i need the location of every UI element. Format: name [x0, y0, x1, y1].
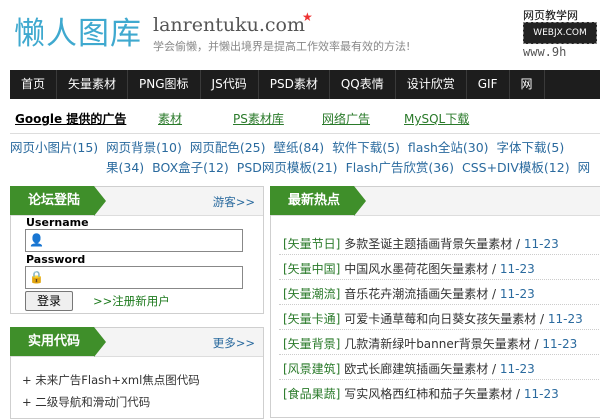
- tag-cloud: 网页小图片(15) 网页背景(10) 网页配色(25) 壁纸(84) 软件下载(5) fl…: [10, 138, 600, 178]
- panel-header: 论坛登陆 游客>>: [10, 186, 263, 216]
- news-date: 11-23: [499, 362, 535, 376]
- tag-link[interactable]: 壁纸(84): [274, 140, 325, 155]
- tag-link[interactable]: 网页配色(25): [190, 140, 266, 155]
- ad-link-mysql[interactable]: MySQL下载: [404, 110, 469, 127]
- ad-link-ps[interactable]: PS素材库: [233, 110, 284, 127]
- divider: [279, 304, 600, 305]
- news-category[interactable]: [矢量卡通]: [283, 312, 340, 326]
- news-date: 11-23: [547, 312, 583, 326]
- news-title[interactable]: 中国风水墨荷花图矢量素材 /: [340, 262, 500, 276]
- tag-link[interactable]: BOX盒子(12): [152, 160, 229, 175]
- news-date: 11-23: [499, 262, 535, 276]
- more-link[interactable]: 更多>>: [213, 335, 255, 351]
- password-label: Password: [26, 253, 86, 266]
- tag-link[interactable]: 字体下载(5): [497, 140, 565, 155]
- tag-link[interactable]: CSS+DIV模板(12): [462, 160, 570, 175]
- panel-header: 实用代码 更多>>: [10, 327, 263, 357]
- tag-link[interactable]: Flash广告欣赏(36): [346, 160, 454, 175]
- lock-icon: 🔒: [29, 270, 44, 284]
- list-item[interactable]: [矢量中国] 中国风水墨荷花图矢量素材 / 11-23: [283, 260, 535, 277]
- tag-link[interactable]: 果(34): [106, 160, 144, 175]
- ad-link-network-ads[interactable]: 网络广告: [322, 110, 370, 127]
- divider: [279, 254, 600, 255]
- partner-badge[interactable]: 网页教学网 WEBJX.COM www.9h: [519, 5, 600, 67]
- divider: [279, 329, 600, 330]
- nav-item-js-code[interactable]: JS代码: [201, 70, 259, 99]
- list-item[interactable]: [风景建筑] 欧式长廊建筑插画矢量素材 / 11-23: [283, 360, 535, 377]
- list-item[interactable]: [矢量背景] 几款清新绿叶banner背景矢量素材 / 11-23: [283, 335, 577, 352]
- news-title[interactable]: 几款清新绿叶banner背景矢量素材 /: [340, 337, 542, 351]
- list-item[interactable]: [矢量节日] 多款圣诞主题插画背景矢量素材 / 11-23: [283, 235, 559, 252]
- nav-item-more[interactable]: 网: [510, 70, 545, 99]
- tag-link[interactable]: 网页小图片(15): [10, 140, 98, 155]
- nav-item-png-icons[interactable]: PNG图标: [128, 70, 201, 99]
- badge-title: 网页教学网: [523, 9, 578, 22]
- nav-item-vector[interactable]: 矢量素材: [57, 70, 129, 99]
- list-item[interactable]: [矢量卡通] 可爱卡通草莓和向日葵女孩矢量素材 / 11-23: [283, 310, 583, 327]
- google-ads-label[interactable]: Google 提供的广告: [15, 110, 126, 127]
- tag-row: 果(34) BOX盒子(12) PSD网页模板(21) Flash广告欣赏(36) CS…: [10, 158, 600, 178]
- news-category[interactable]: [风景建筑]: [283, 362, 340, 376]
- list-item[interactable]: [矢量潮流] 音乐花卉潮流插画矢量素材 / 11-23: [283, 285, 535, 302]
- panel-header: 最新热点: [270, 186, 600, 216]
- list-item[interactable]: + 二级导航和滑动门代码: [22, 394, 150, 410]
- news-category[interactable]: [矢量节日]: [283, 237, 340, 251]
- username-label: Username: [26, 216, 89, 229]
- panel-title: 最新热点: [270, 186, 367, 216]
- news-date: 11-23: [523, 237, 559, 251]
- tag-link[interactable]: 网: [578, 160, 591, 175]
- tag-link[interactable]: flash全站(30): [408, 140, 489, 155]
- list-item[interactable]: + 未来广告Flash+xml焦点图代码: [22, 372, 200, 388]
- nav-item-home[interactable]: 首页: [10, 70, 58, 99]
- panel-title: 实用代码: [10, 327, 107, 357]
- ad-bar: Google 提供的广告 素材 PS素材库 网络广告 MySQL下载: [10, 108, 600, 130]
- news-category[interactable]: [矢量潮流]: [283, 287, 340, 301]
- news-title[interactable]: 音乐花卉潮流插画矢量素材 /: [340, 287, 500, 301]
- nav-item-design[interactable]: 设计欣赏: [396, 70, 467, 99]
- login-panel: 论坛登陆 游客>> Username 👤 Password 🔒 登录 >>注册新…: [10, 186, 264, 314]
- tag-link[interactable]: 软件下载(5): [332, 140, 400, 155]
- code-panel: 实用代码 更多>> + 未来广告Flash+xml焦点图代码 + 二级导航和滑动…: [10, 327, 264, 419]
- tag-link[interactable]: 网页背景(10): [106, 140, 182, 155]
- tag-link[interactable]: PSD网页模板(21): [237, 160, 338, 175]
- ad-link-material[interactable]: 素材: [158, 110, 182, 127]
- site-header: 懒人图库 lanrentuku.com ★ 学会偷懒，并懒出境界是提高工作效率最…: [0, 0, 600, 68]
- list-item[interactable]: [食品果蔬] 写实风格西红柿和茄子矢量素材 / 11-23: [283, 385, 559, 402]
- guest-link[interactable]: 游客>>: [213, 194, 255, 210]
- news-category[interactable]: [矢量中国]: [283, 262, 340, 276]
- news-date: 11-23: [542, 337, 578, 351]
- nav-item-qq-emoji[interactable]: QQ表情: [330, 70, 396, 99]
- news-date: 11-23: [499, 287, 535, 301]
- site-domain: lanrentuku.com: [153, 14, 305, 36]
- nav-item-gif[interactable]: GIF: [467, 70, 510, 99]
- username-field[interactable]: 👤: [25, 229, 243, 252]
- register-link[interactable]: >>注册新用户: [93, 293, 170, 309]
- password-field[interactable]: 🔒: [25, 266, 243, 289]
- badge-url: www.9h: [523, 45, 567, 59]
- news-category[interactable]: [食品果蔬]: [283, 387, 340, 401]
- site-slogan: 学会偷懒，并懒出境界是提高工作效率最有效的方法!: [153, 40, 411, 53]
- divider: [279, 279, 600, 280]
- news-title[interactable]: 可爱卡通草莓和向日葵女孩矢量素材 /: [340, 312, 548, 326]
- user-icon: 👤: [29, 233, 44, 247]
- badge-banner: WEBJX.COM: [523, 22, 597, 44]
- divider: [279, 379, 600, 380]
- nav-item-psd[interactable]: PSD素材: [259, 70, 330, 99]
- tag-row: 网页小图片(15) 网页背景(10) 网页配色(25) 壁纸(84) 软件下载(5) fl…: [10, 138, 600, 158]
- star-icon: ★: [302, 10, 313, 24]
- divider: [279, 354, 600, 355]
- hot-news-panel: 最新热点 [矢量节日] 多款圣诞主题插画背景矢量素材 / 11-23 [矢量中国…: [270, 186, 600, 418]
- panel-title: 论坛登陆: [10, 186, 107, 216]
- divider: [10, 133, 600, 134]
- site-logo[interactable]: 懒人图库: [14, 8, 142, 53]
- news-title[interactable]: 多款圣诞主题插画背景矢量素材 /: [340, 237, 524, 251]
- news-title[interactable]: 欧式长廊建筑插画矢量素材 /: [340, 362, 500, 376]
- login-button[interactable]: 登录: [25, 291, 73, 311]
- main-nav: 首页 矢量素材 PNG图标 JS代码 PSD素材 QQ表情 设计欣赏 GIF 网: [10, 70, 600, 99]
- news-category[interactable]: [矢量背景]: [283, 337, 340, 351]
- news-title[interactable]: 写实风格西红柿和茄子矢量素材 /: [340, 387, 524, 401]
- news-date: 11-23: [523, 387, 559, 401]
